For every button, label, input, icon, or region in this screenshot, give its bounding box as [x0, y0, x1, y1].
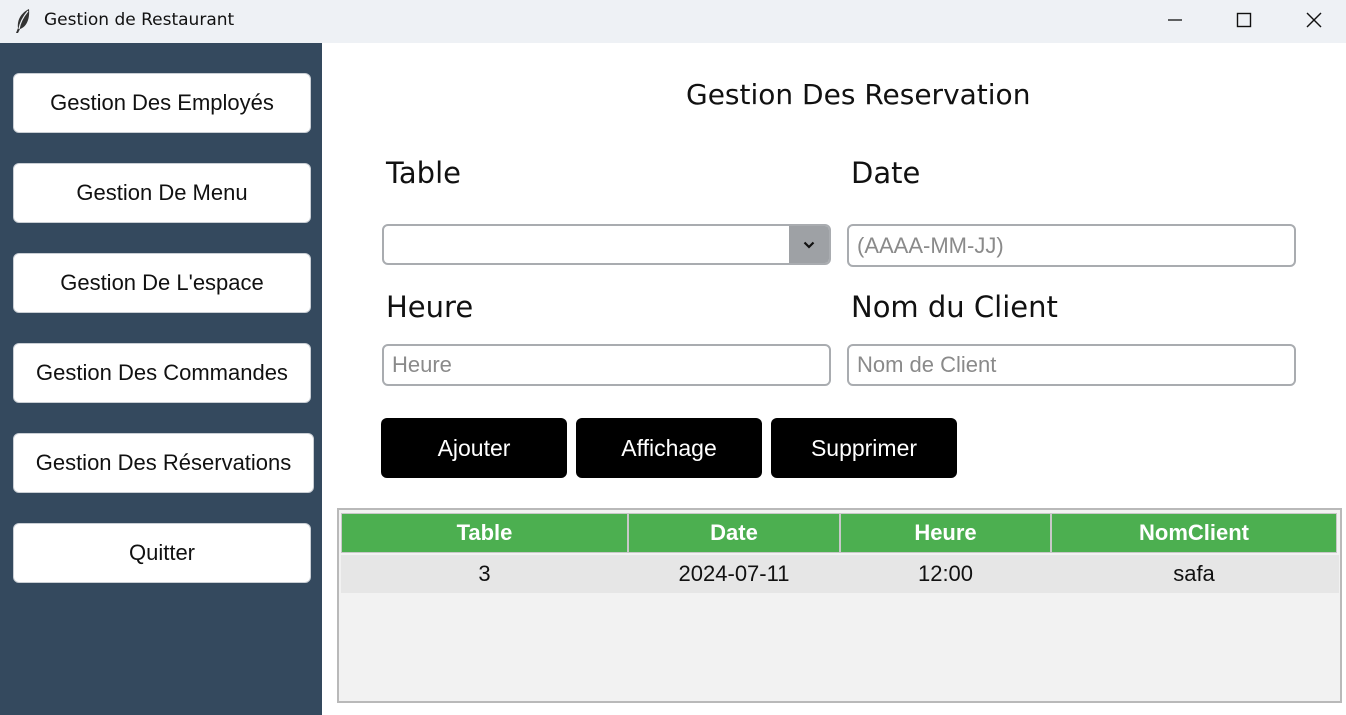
cell-heure: 12:00	[917, 561, 974, 586]
feather-icon	[12, 8, 34, 34]
chevron-down-icon[interactable]	[789, 226, 829, 263]
maximize-button[interactable]	[1209, 0, 1279, 40]
date-input[interactable]	[847, 224, 1296, 267]
table-row[interactable]: 3 2024-07-11 12:00 safa	[341, 555, 1339, 593]
sidebar-item-reservations[interactable]: Gestion Des Réservations	[13, 433, 314, 493]
minimize-button[interactable]	[1140, 0, 1210, 40]
sidebar-item-employes[interactable]: Gestion Des Employés	[13, 73, 311, 133]
ajouter-button[interactable]: Ajouter	[381, 418, 567, 478]
close-icon	[1306, 12, 1322, 28]
date-label: Date	[851, 156, 921, 190]
page-title: Gestion Des Reservation	[686, 78, 1031, 111]
column-header-heure[interactable]: Heure	[840, 513, 1051, 553]
table-label: Table	[386, 156, 461, 190]
window-title: Gestion de Restaurant	[44, 10, 235, 30]
close-button[interactable]	[1279, 0, 1346, 40]
table-select[interactable]	[382, 224, 831, 265]
maximize-icon	[1236, 12, 1252, 28]
column-header-table[interactable]: Table	[341, 513, 628, 553]
sidebar-item-espace[interactable]: Gestion De L'espace	[13, 253, 311, 313]
client-name-input[interactable]	[847, 344, 1296, 386]
minimize-icon	[1168, 19, 1182, 21]
client-label: Nom du Client	[851, 290, 1058, 324]
cell-date: 2024-07-11	[678, 561, 790, 586]
heure-label: Heure	[386, 290, 474, 324]
supprimer-button[interactable]: Supprimer	[771, 418, 957, 478]
sidebar: Gestion Des Employés Gestion De Menu Ges…	[0, 43, 322, 715]
table-header: Table Date Heure NomClient	[341, 513, 1337, 553]
cell-table: 3	[478, 561, 491, 586]
sidebar-item-quitter[interactable]: Quitter	[13, 523, 311, 583]
affichage-button[interactable]: Affichage	[576, 418, 762, 478]
column-header-date[interactable]: Date	[628, 513, 840, 553]
window-titlebar: Gestion de Restaurant	[0, 0, 1346, 43]
sidebar-item-commandes[interactable]: Gestion Des Commandes	[13, 343, 311, 403]
heure-input[interactable]	[382, 344, 831, 386]
sidebar-item-menu[interactable]: Gestion De Menu	[13, 163, 311, 223]
cell-nomclient: safa	[1173, 561, 1215, 586]
reservations-table[interactable]: Table Date Heure NomClient 3 2024-07-11 …	[337, 508, 1342, 703]
column-header-nomclient[interactable]: NomClient	[1051, 513, 1337, 553]
